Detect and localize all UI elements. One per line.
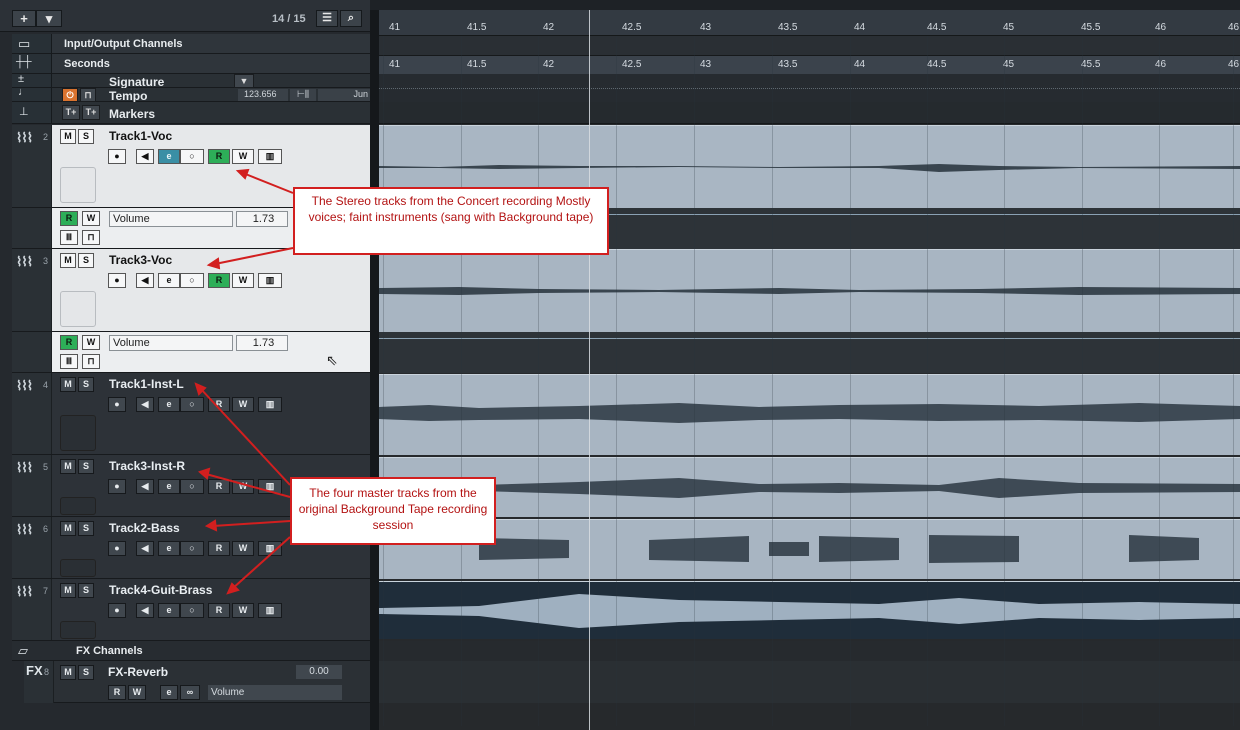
annotation-callout-master: The four master tracks from the original…: [290, 477, 496, 545]
callout-arrows: [194, 168, 294, 595]
annotation-callout-stereo: The Stereo tracks from the Concert recor…: [293, 187, 609, 255]
